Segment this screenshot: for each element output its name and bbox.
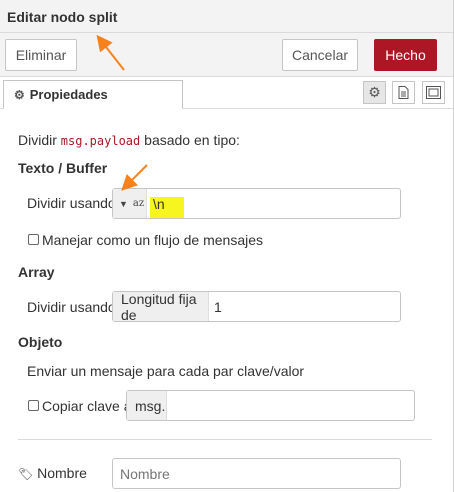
- tab-properties[interactable]: ⚙ Propiedades: [3, 80, 183, 109]
- object-description: Enviar un mensaje para cada par clave/va…: [27, 363, 305, 379]
- tray-header: Editar nodo split: [0, 0, 453, 33]
- tab-properties-label: Propiedades: [29, 87, 108, 102]
- copy-key-checkbox[interactable]: [28, 400, 39, 411]
- tab-tool-description[interactable]: [392, 81, 415, 104]
- copy-key-input[interactable]: msg.: [126, 390, 415, 421]
- split-using-value: \n: [153, 195, 165, 212]
- text-buffer-heading: Texto / Buffer: [18, 160, 108, 176]
- annotation-arrow-input: [121, 164, 148, 191]
- tab-tool-settings[interactable]: ⚙: [363, 81, 386, 104]
- caret-down-icon: ▼: [119, 198, 128, 209]
- cancel-button[interactable]: Cancelar: [282, 39, 358, 71]
- split-using-input[interactable]: ▼ az \n: [112, 188, 401, 219]
- done-button[interactable]: Hecho: [374, 39, 437, 71]
- string-type-icon: az: [132, 198, 145, 209]
- copy-key-label: Copiar clave a: [42, 398, 132, 414]
- copy-key-prefix: msg.: [127, 391, 167, 420]
- split-intro-code: msg.payload: [60, 134, 141, 148]
- gear-icon: ⚙: [368, 84, 381, 100]
- name-input[interactable]: [112, 458, 401, 489]
- name-label: 🏷 Nombre: [18, 465, 87, 481]
- frame-icon: [426, 86, 441, 99]
- array-heading: Array: [18, 264, 55, 280]
- stream-checkbox[interactable]: [28, 234, 39, 245]
- split-using-label: Dividir usando: [27, 195, 116, 211]
- array-split-label: Dividir usando: [27, 299, 116, 315]
- split-type-selector[interactable]: ▼ az: [113, 189, 147, 218]
- edit-tray: Editar nodo split Eliminar Cancelar Hech…: [0, 0, 454, 492]
- tab-bar: ⚙ Propiedades ⚙: [0, 77, 453, 109]
- gear-icon: ⚙: [14, 87, 25, 102]
- split-intro: Dividir msg.payload basado en tipo:: [18, 132, 240, 148]
- file-icon: [398, 86, 409, 99]
- array-split-prefix: Longitud fija de: [113, 291, 209, 323]
- split-intro-suffix: basado en tipo:: [144, 132, 240, 148]
- tray-title: Editar nodo split: [7, 9, 118, 25]
- object-heading: Objeto: [18, 334, 63, 350]
- split-intro-prefix: Dividir: [18, 132, 57, 148]
- tray-toolbar: Eliminar Cancelar Hecho: [0, 33, 453, 77]
- delete-button[interactable]: Eliminar: [5, 39, 77, 71]
- tab-tool-appearance[interactable]: [422, 81, 445, 104]
- stream-checkbox-label: Manejar como un flujo de mensajes: [42, 232, 264, 248]
- array-split-value: 1: [214, 298, 222, 315]
- array-split-input[interactable]: Longitud fija de 1: [112, 291, 401, 323]
- tag-icon: 🏷: [18, 467, 34, 481]
- section-divider: [18, 439, 432, 440]
